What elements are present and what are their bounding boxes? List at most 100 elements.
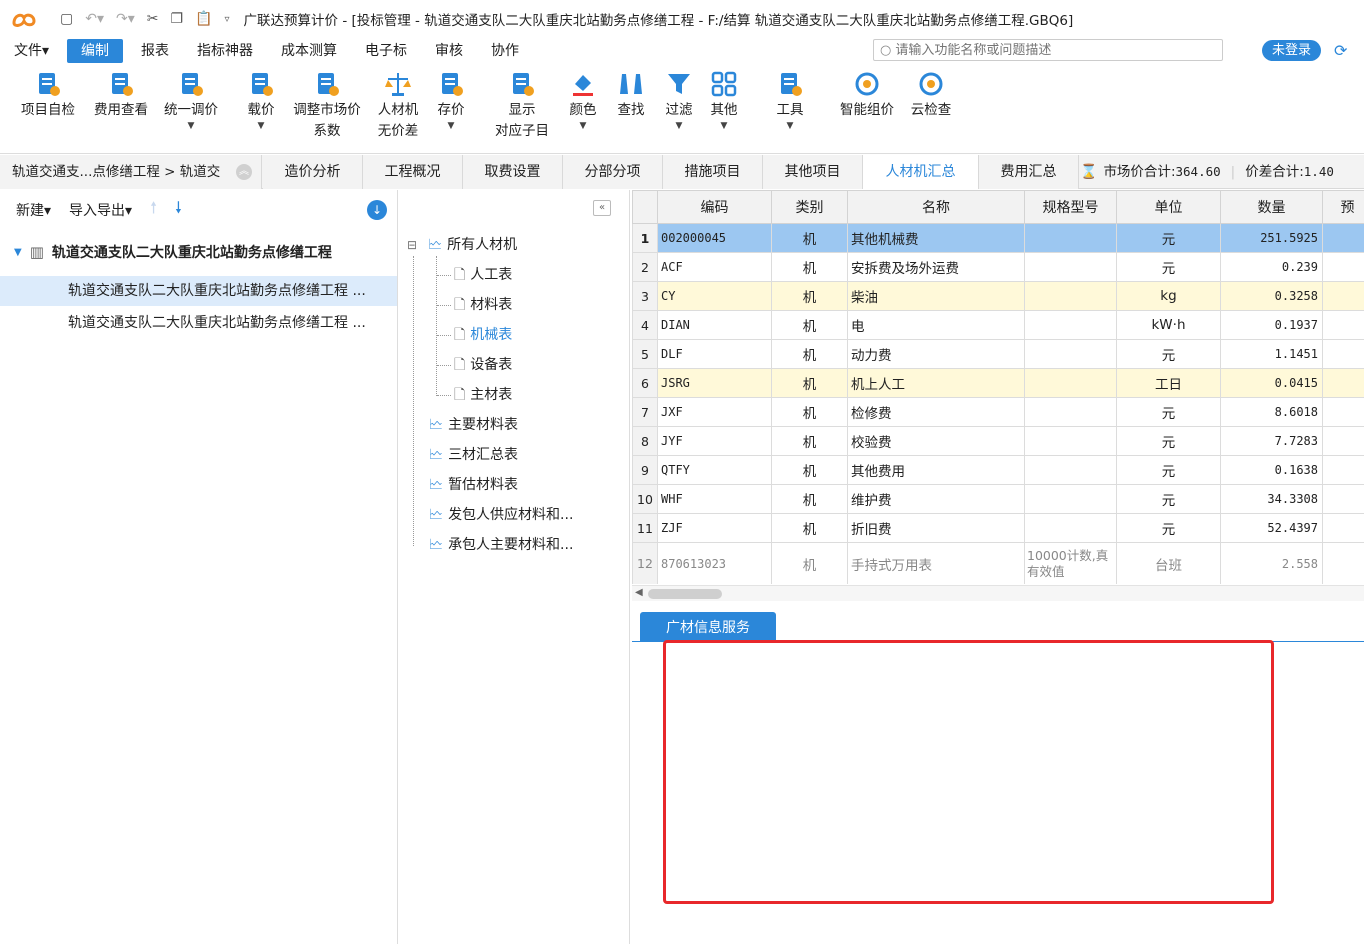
col-header-1[interactable]: 类别 (771, 190, 848, 224)
move-down-icon[interactable]: 🠗 (175, 197, 182, 224)
scroll-thumb[interactable] (648, 589, 722, 599)
cell-unit[interactable]: 元 (1116, 484, 1221, 514)
tree-sub-0[interactable]: 🗋 人工表 (454, 263, 512, 287)
move-up-icon[interactable]: 🠕 (150, 197, 157, 224)
cell-unit[interactable]: kg (1116, 281, 1221, 311)
cut-icon[interactable]: ✂ (147, 11, 159, 27)
cell-code[interactable]: CY (657, 281, 772, 311)
cell-name[interactable]: 电 (847, 310, 1025, 340)
cell-name[interactable]: 柴油 (847, 281, 1025, 311)
cell-type[interactable]: 机 (771, 310, 848, 340)
menu-item-1[interactable]: 编制 (67, 39, 124, 63)
cell-spec[interactable] (1024, 455, 1117, 485)
import-export-button[interactable]: 导入导出▾ (69, 200, 132, 220)
col-header-6[interactable]: 预 (1322, 190, 1364, 224)
cell-code[interactable]: DLF (657, 339, 772, 369)
menu-item-3[interactable]: 指标神器 (183, 39, 267, 63)
cell-type[interactable]: 机 (771, 281, 848, 311)
caret-down-icon[interactable]: ▼ (427, 121, 475, 131)
table-row[interactable]: 9 QTFY 机其他费用 元 0.1638 (632, 455, 1364, 485)
ribbon-button-market-coef[interactable]: 调整市场价 系数 (282, 70, 372, 142)
ribbon-button-save-price[interactable]: 存价 ▼ (427, 70, 475, 131)
cell-spec[interactable] (1024, 252, 1117, 282)
tab-5[interactable]: 其他项目 (763, 155, 863, 189)
tree-toggle-icon[interactable]: ⊟ (407, 233, 417, 257)
table-row[interactable]: 8 JYF 机校验费 元 7.7283 (632, 426, 1364, 456)
cell-type[interactable]: 机 (771, 252, 848, 282)
col-header-0[interactable]: 编码 (657, 190, 772, 224)
col-header-2[interactable]: 名称 (847, 190, 1025, 224)
cell-quantity[interactable]: 1.1451 (1220, 339, 1323, 369)
ribbon-button-show-items[interactable]: 显示 对应子目 (486, 70, 558, 142)
cell-budget-price[interactable] (1322, 484, 1364, 514)
cell-unit[interactable]: 元 (1116, 513, 1221, 543)
cell-budget-price[interactable] (1322, 310, 1364, 340)
cell-quantity[interactable]: 0.1937 (1220, 310, 1323, 340)
menu-item-5[interactable]: 电子标 (351, 39, 421, 63)
ribbon-button-color-bucket[interactable]: 颜色 ▼ (560, 70, 606, 131)
cell-type[interactable]: 机 (771, 455, 848, 485)
col-header-4[interactable]: 单位 (1116, 190, 1221, 224)
tab-6[interactable]: 人材机汇总 (863, 155, 979, 189)
help-icon[interactable]: ⟳ (1334, 41, 1354, 61)
cell-budget-price[interactable] (1322, 455, 1364, 485)
col-header-3[interactable]: 规格型号 (1024, 190, 1117, 224)
cell-unit[interactable]: 元 (1116, 397, 1221, 427)
cell-budget-price[interactable] (1322, 426, 1364, 456)
caret-down-icon[interactable]: ▼ (700, 121, 748, 131)
ribbon-button-check-doc[interactable]: 项目自检 (14, 70, 82, 121)
cell-spec[interactable] (1024, 513, 1117, 543)
cell-spec[interactable]: 10000计数,真有效值 (1024, 542, 1117, 584)
cell-type[interactable]: 机 (771, 513, 848, 543)
ribbon-button-smart-price[interactable]: 智能组价 (830, 70, 904, 121)
cell-quantity[interactable]: 0.239 (1220, 252, 1323, 282)
save-icon[interactable]: ▢ (60, 11, 73, 27)
tree-all-materials[interactable]: ⊟ 🗠 所有人材机 (407, 233, 517, 257)
cell-quantity[interactable]: 52.4397 (1220, 513, 1323, 543)
cell-code[interactable]: WHF (657, 484, 772, 514)
caret-down-icon[interactable]: ▼ (656, 121, 702, 131)
horizontal-scrollbar[interactable]: ◀ (632, 585, 1364, 601)
cell-code[interactable]: JXF (657, 397, 772, 427)
cell-name[interactable]: 其他费用 (847, 455, 1025, 485)
tab-1[interactable]: 工程概况 (363, 155, 463, 189)
cell-type[interactable]: 机 (771, 368, 848, 398)
cell-unit[interactable]: 工日 (1116, 368, 1221, 398)
cell-unit[interactable]: 元 (1116, 252, 1221, 282)
cell-quantity[interactable]: 0.0415 (1220, 368, 1323, 398)
cell-unit[interactable]: 台班 (1116, 542, 1221, 584)
ribbon-button-load-price[interactable]: 载价 ▼ (237, 70, 285, 131)
caret-down-icon[interactable]: ▼ (767, 121, 813, 131)
tab-material-info-service[interactable]: 广材信息服务 (640, 612, 776, 642)
cell-name[interactable]: 安拆费及场外运费 (847, 252, 1025, 282)
cell-name[interactable]: 机上人工 (847, 368, 1025, 398)
menu-item-0[interactable]: 文件▾ (0, 39, 63, 63)
project-child-2[interactable]: 轨道交通支队二大队重庆北站勤务点修缮工程 ... (0, 308, 397, 338)
table-row[interactable]: 12 870613023 机手持式万用表 10000计数,真有效值 台班 2.558 (632, 542, 1364, 584)
cell-spec[interactable] (1024, 397, 1117, 427)
redo-icon[interactable]: ↷▾ (116, 11, 135, 27)
tree-sub-2[interactable]: 🗋 机械表 (454, 323, 512, 347)
tab-7[interactable]: 费用汇总 (979, 155, 1079, 189)
menu-item-7[interactable]: 协作 (477, 39, 533, 63)
cell-code[interactable]: QTFY (657, 455, 772, 485)
cell-spec[interactable] (1024, 426, 1117, 456)
menu-item-2[interactable]: 报表 (127, 39, 183, 63)
paste-icon[interactable]: 📋 (195, 11, 212, 27)
tree-other-2[interactable]: 🗠 暂估材料表 (429, 473, 518, 497)
cell-name[interactable]: 维护费 (847, 484, 1025, 514)
table-row[interactable]: 3 CY 机柴油 kg 0.3258 (632, 281, 1364, 311)
cell-name[interactable]: 校验费 (847, 426, 1025, 456)
table-row[interactable]: 11 ZJF 机折旧费 元 52.4397 (632, 513, 1364, 543)
cell-name[interactable]: 折旧费 (847, 513, 1025, 543)
collapse-left-icon[interactable]: « (593, 200, 611, 216)
ribbon-button-tools[interactable]: 工具 ▼ (767, 70, 813, 131)
copy-icon[interactable]: ❐ (171, 11, 184, 27)
table-row[interactable]: 6 JSRG 机机上人工 工日 0.0415 (632, 368, 1364, 398)
cell-unit[interactable]: kW·h (1116, 310, 1221, 340)
cell-type[interactable]: 机 (771, 542, 848, 584)
cell-type[interactable]: 机 (771, 484, 848, 514)
tree-sub-4[interactable]: 🗋 主材表 (454, 383, 512, 407)
ribbon-button-grid-apps[interactable]: 其他 ▼ (700, 70, 748, 131)
function-search[interactable]: ○ (873, 39, 1223, 61)
